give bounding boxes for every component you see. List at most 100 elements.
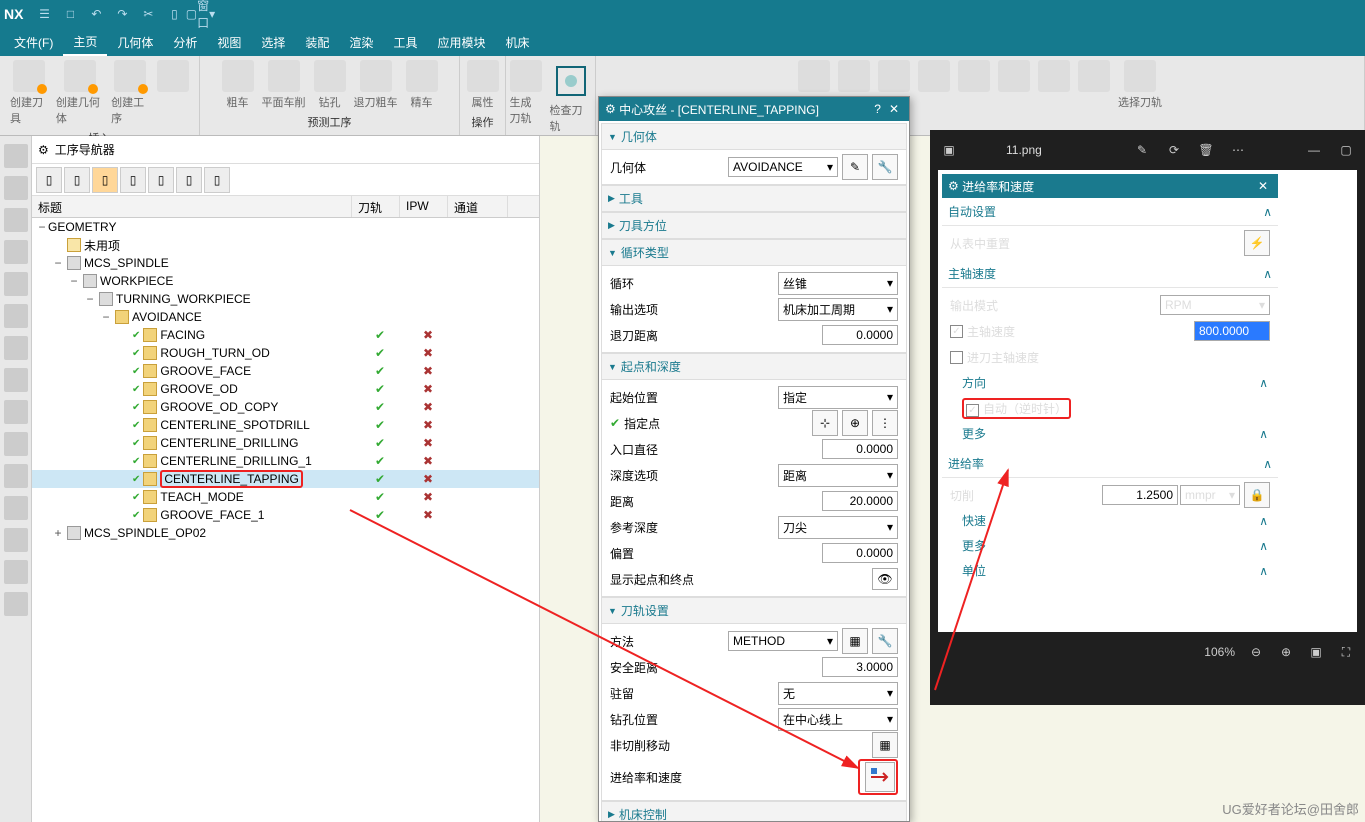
entry-input[interactable] <box>822 439 898 459</box>
noncut-btn[interactable]: ▦ <box>872 732 898 758</box>
tree-row-op[interactable]: ✔GROOVE_FACE_1✔✖ <box>32 506 539 524</box>
tree-row-op[interactable]: ✔TEACH_MODE✔✖ <box>32 488 539 506</box>
path-section[interactable]: 刀轨设置 <box>601 597 907 624</box>
method-btn-1[interactable]: ▦ <box>842 628 868 654</box>
startpos-select[interactable]: 指定 <box>778 386 898 409</box>
feedspeed-button[interactable] <box>865 762 895 792</box>
photos-window[interactable]: ▣ 11.png ✎ ⟳ 🗑 ⋯ — ▢ ⚙ 进给率和速度✕ 自动设置 从表中重… <box>930 130 1365 705</box>
extra-btn-7[interactable] <box>1034 58 1074 112</box>
pt-btn-1[interactable]: ⊹ <box>812 410 838 436</box>
auto-section[interactable]: 自动设置 <box>942 198 1278 226</box>
menu-icon[interactable]: ☰ <box>33 3 55 25</box>
maximize-icon[interactable]: ▢ <box>1337 141 1355 159</box>
rail-icon-2[interactable] <box>4 176 28 200</box>
feed-section[interactable]: 进给率 <box>942 450 1278 478</box>
nav-tb-2[interactable]: ▯ <box>64 167 90 193</box>
output-select[interactable]: 机床加工周期 <box>778 298 898 321</box>
outmode-select[interactable]: RPM <box>1160 295 1270 315</box>
edit-icon[interactable]: ✎ <box>1133 141 1151 159</box>
col-title[interactable]: 标题 <box>32 196 352 217</box>
tree-row-op[interactable]: ✔ROUGH_TURN_OD✔✖ <box>32 344 539 362</box>
method-btn-2[interactable]: 🔧 <box>872 628 898 654</box>
menu-machine[interactable]: 机床 <box>495 30 539 55</box>
rapid-subsection[interactable]: 快速 <box>950 508 1270 533</box>
rail-icon-8[interactable] <box>4 368 28 392</box>
retract-rough-button[interactable]: 退刀粗车 <box>350 58 402 112</box>
tree-row-op[interactable]: ✔CENTERLINE_DRILLING✔✖ <box>32 434 539 452</box>
rail-icon-3[interactable] <box>4 208 28 232</box>
tree-row-op[interactable]: ✔CENTERLINE_DRILLING_1✔✖ <box>32 452 539 470</box>
spindle-section[interactable]: 主轴速度 <box>942 260 1278 288</box>
gear-icon[interactable]: ⚙ <box>38 143 49 157</box>
fullscreen-icon[interactable]: ⛶ <box>1337 643 1355 661</box>
redo-icon[interactable]: ↷ <box>111 3 133 25</box>
spindle-input[interactable] <box>1194 321 1270 341</box>
reset-btn[interactable]: ⚡ <box>1244 230 1270 256</box>
mc-section[interactable]: 机床控制 <box>601 801 907 821</box>
extra-btn-5[interactable] <box>954 58 994 112</box>
tree-row-op[interactable]: ✔FACING✔✖ <box>32 326 539 344</box>
tree-row-op[interactable]: ✔GROOVE_FACE✔✖ <box>32 362 539 380</box>
pt-btn-3[interactable]: ⋮ <box>872 410 898 436</box>
geom-select[interactable]: AVOIDANCE <box>728 157 838 177</box>
menu-assemble[interactable]: 装配 <box>295 30 339 55</box>
op-tree[interactable]: −GEOMETRY 未用项 −MCS_SPINDLE −WORKPIECE −T… <box>32 218 539 822</box>
drillpos-select[interactable]: 在中心线上 <box>778 708 898 731</box>
close-icon[interactable]: ✕ <box>885 102 903 116</box>
drill-button[interactable]: 钻孔 <box>310 58 350 112</box>
close-icon[interactable]: ✕ <box>1254 179 1272 193</box>
more-subsection[interactable]: 更多 <box>950 421 1270 446</box>
menu-file[interactable]: 文件(F) <box>4 30 63 55</box>
menu-geom[interactable]: 几何体 <box>107 30 163 55</box>
more-icon[interactable]: ⋯ <box>1229 141 1247 159</box>
refdepth-select[interactable]: 刀尖 <box>778 516 898 539</box>
rough-button[interactable]: 粗车 <box>218 58 258 112</box>
cycle-section[interactable]: 循环类型 <box>601 239 907 266</box>
col-path[interactable]: 刀轨 <box>352 196 400 217</box>
fit-icon[interactable]: ▣ <box>1307 643 1325 661</box>
create-op-button[interactable]: 创建工序 <box>107 58 153 128</box>
back-icon[interactable]: ▣ <box>940 141 958 159</box>
unit-subsection[interactable]: 单位 <box>950 558 1270 583</box>
orient-section[interactable]: 刀具方位 <box>601 212 907 239</box>
eye-icon[interactable]: 👁 <box>872 568 898 590</box>
rotate-icon[interactable]: ⟳ <box>1165 141 1183 159</box>
more2-subsection[interactable]: 更多 <box>950 533 1270 558</box>
nav-tb-6[interactable]: ▯ <box>176 167 202 193</box>
zoom-out-icon[interactable]: ⊖ <box>1247 643 1265 661</box>
start-section[interactable]: 起点和深度 <box>601 353 907 380</box>
rail-icon-5[interactable] <box>4 272 28 296</box>
genpath-button[interactable]: 生成刀轨 <box>506 58 546 136</box>
rail-icon-10[interactable] <box>4 432 28 456</box>
retract-input[interactable] <box>822 325 898 345</box>
delete-icon[interactable]: 🗑 <box>1197 141 1215 159</box>
minimize-icon[interactable]: — <box>1305 141 1323 159</box>
create-extra-button[interactable] <box>153 58 193 128</box>
nav-tb-4[interactable]: ▯ <box>120 167 146 193</box>
sel-path-button[interactable]: 选择刀轨 <box>1114 58 1166 112</box>
create-geom-button[interactable]: 创建几何体 <box>52 58 107 128</box>
rail-icon-6[interactable] <box>4 304 28 328</box>
menu-appmod[interactable]: 应用模块 <box>427 30 495 55</box>
extra-btn-4[interactable] <box>914 58 954 112</box>
menu-select[interactable]: 选择 <box>251 30 295 55</box>
undo-icon[interactable]: ↶ <box>85 3 107 25</box>
tree-row-op[interactable]: ✔GROOVE_OD✔✖ <box>32 380 539 398</box>
cut-icon[interactable]: ✂ <box>137 3 159 25</box>
safedist-input[interactable] <box>822 657 898 677</box>
offset-input[interactable] <box>822 543 898 563</box>
verify-button[interactable]: 检查刀轨 <box>546 58 596 136</box>
rail-icon-7[interactable] <box>4 336 28 360</box>
tool-section[interactable]: 工具 <box>601 185 907 212</box>
window-dropdown[interactable]: ▢ 窗口 ▾ <box>189 3 211 25</box>
pt-btn-2[interactable]: ⊕ <box>842 410 868 436</box>
rail-icon-12[interactable] <box>4 496 28 520</box>
cut-input[interactable] <box>1102 485 1178 505</box>
nav-tb-7[interactable]: ▯ <box>204 167 230 193</box>
geom-wrench-icon[interactable]: 🔧 <box>872 154 898 180</box>
rail-icon-4[interactable] <box>4 240 28 264</box>
rail-icon-13[interactable] <box>4 528 28 552</box>
tree-row-op[interactable]: ✔CENTERLINE_TAPPING✔✖ <box>32 470 539 488</box>
create-tool-button[interactable]: 创建刀具 <box>6 58 52 128</box>
menu-home[interactable]: 主页 <box>63 29 107 56</box>
